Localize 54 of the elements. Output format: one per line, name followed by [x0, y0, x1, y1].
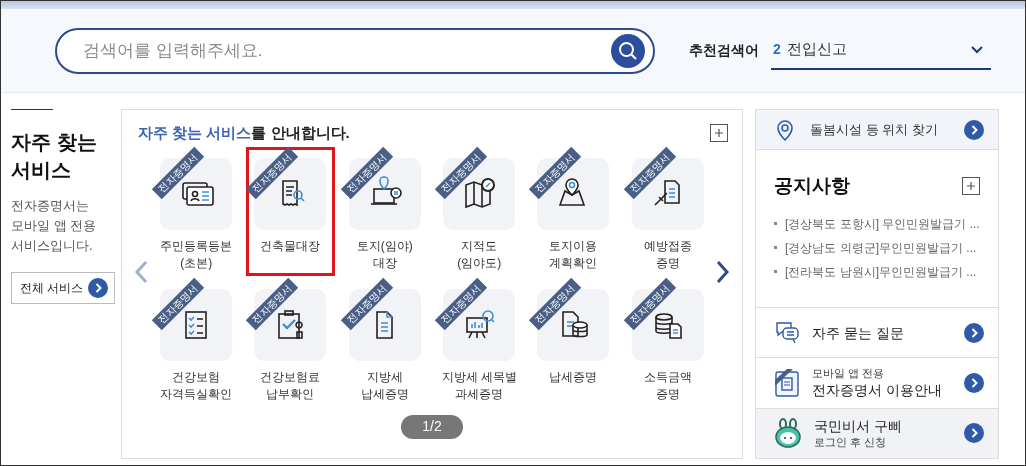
- link-subtitle: 모바일 앱 전용: [812, 366, 886, 382]
- plus-icon: [714, 128, 724, 139]
- recommended-label: 추천검색어: [689, 41, 759, 60]
- service-label: 예방접종 증명: [643, 237, 692, 272]
- location-link[interactable]: 돌봄시설 등 위치 찾기: [756, 110, 998, 150]
- chevron-right-icon: [716, 260, 730, 284]
- notice-link[interactable]: [경상북도 포항시] 무인민원발급기 ...: [785, 214, 980, 233]
- chevron-circle-icon: [964, 373, 984, 393]
- search-field[interactable]: 검색어를 입력해주세요.: [55, 27, 655, 74]
- page-indicator: 1/2: [401, 414, 463, 439]
- bullet-icon: [774, 270, 777, 273]
- link-subtitle: 로그인 후 신청: [814, 434, 888, 450]
- link-title: 자주 묻는 질문: [812, 323, 905, 342]
- service-label: 건강보험료 납부확인: [260, 368, 321, 403]
- link-title: 전자증명서 이용안내: [812, 381, 943, 400]
- notice-link[interactable]: [경상남도 의령군]무인민원발급기 ...: [785, 238, 977, 257]
- chevron-circle-icon: [964, 119, 984, 140]
- section-description: 전자증명서는 모바일 앱 전용 서비스입니다.: [11, 197, 98, 255]
- service-label: 토지(임야) 대장: [356, 237, 413, 272]
- all-services-button[interactable]: 전체 서비스: [11, 272, 115, 304]
- service-label: 건강보험 자격득실확인: [160, 368, 233, 403]
- bullet-icon: [774, 222, 777, 225]
- notice-title: 공지사항: [774, 174, 850, 198]
- chevron-left-icon: [134, 260, 148, 284]
- location-pin-icon: [776, 118, 794, 141]
- service-label: 소득금액 증명: [643, 368, 692, 403]
- search-icon: [618, 40, 638, 61]
- service-label: 지방세 납세증명: [360, 368, 409, 403]
- chat-bubbles-icon: [774, 320, 800, 345]
- chevron-down-icon: [971, 45, 983, 54]
- service-label: 지적도 (임야도): [457, 237, 502, 272]
- rabbit-mascot-icon: [774, 418, 802, 449]
- plus-icon: [966, 181, 976, 192]
- expand-button[interactable]: [710, 124, 728, 143]
- panel-heading: 자주 찾는 서비스를 안내합니다.: [138, 123, 350, 143]
- service-label: 지방세 세목별 과세증명: [441, 368, 517, 403]
- chevron-circle-icon: [88, 278, 108, 298]
- chevron-circle-icon: [964, 423, 984, 444]
- search-input[interactable]: 검색어를 입력해주세요.: [83, 37, 611, 64]
- service-label: 주민등록등본 (초본): [160, 237, 233, 272]
- chevron-circle-icon: [964, 322, 984, 343]
- search-button[interactable]: [611, 33, 645, 68]
- document-ribbon-icon: [774, 368, 800, 398]
- next-button[interactable]: [716, 260, 730, 284]
- service-label: 납세증명: [549, 368, 598, 386]
- bullet-icon: [774, 246, 777, 249]
- link-title: 국민비서 구삐: [814, 416, 903, 435]
- expand-button[interactable]: [962, 177, 980, 196]
- service-label: 건축물대장: [260, 237, 321, 255]
- service-label: 토지이용 계획확인: [549, 237, 598, 272]
- service-link[interactable]: 국민비서 구삐 로그인 후 신청: [756, 407, 998, 458]
- recommended-dropdown[interactable]: 2 전입신고: [771, 31, 991, 70]
- section-title: 자주 찾는 서비스: [11, 130, 98, 183]
- notice-link[interactable]: [전라북도 남원시]무인민원발급기 ...: [785, 262, 977, 281]
